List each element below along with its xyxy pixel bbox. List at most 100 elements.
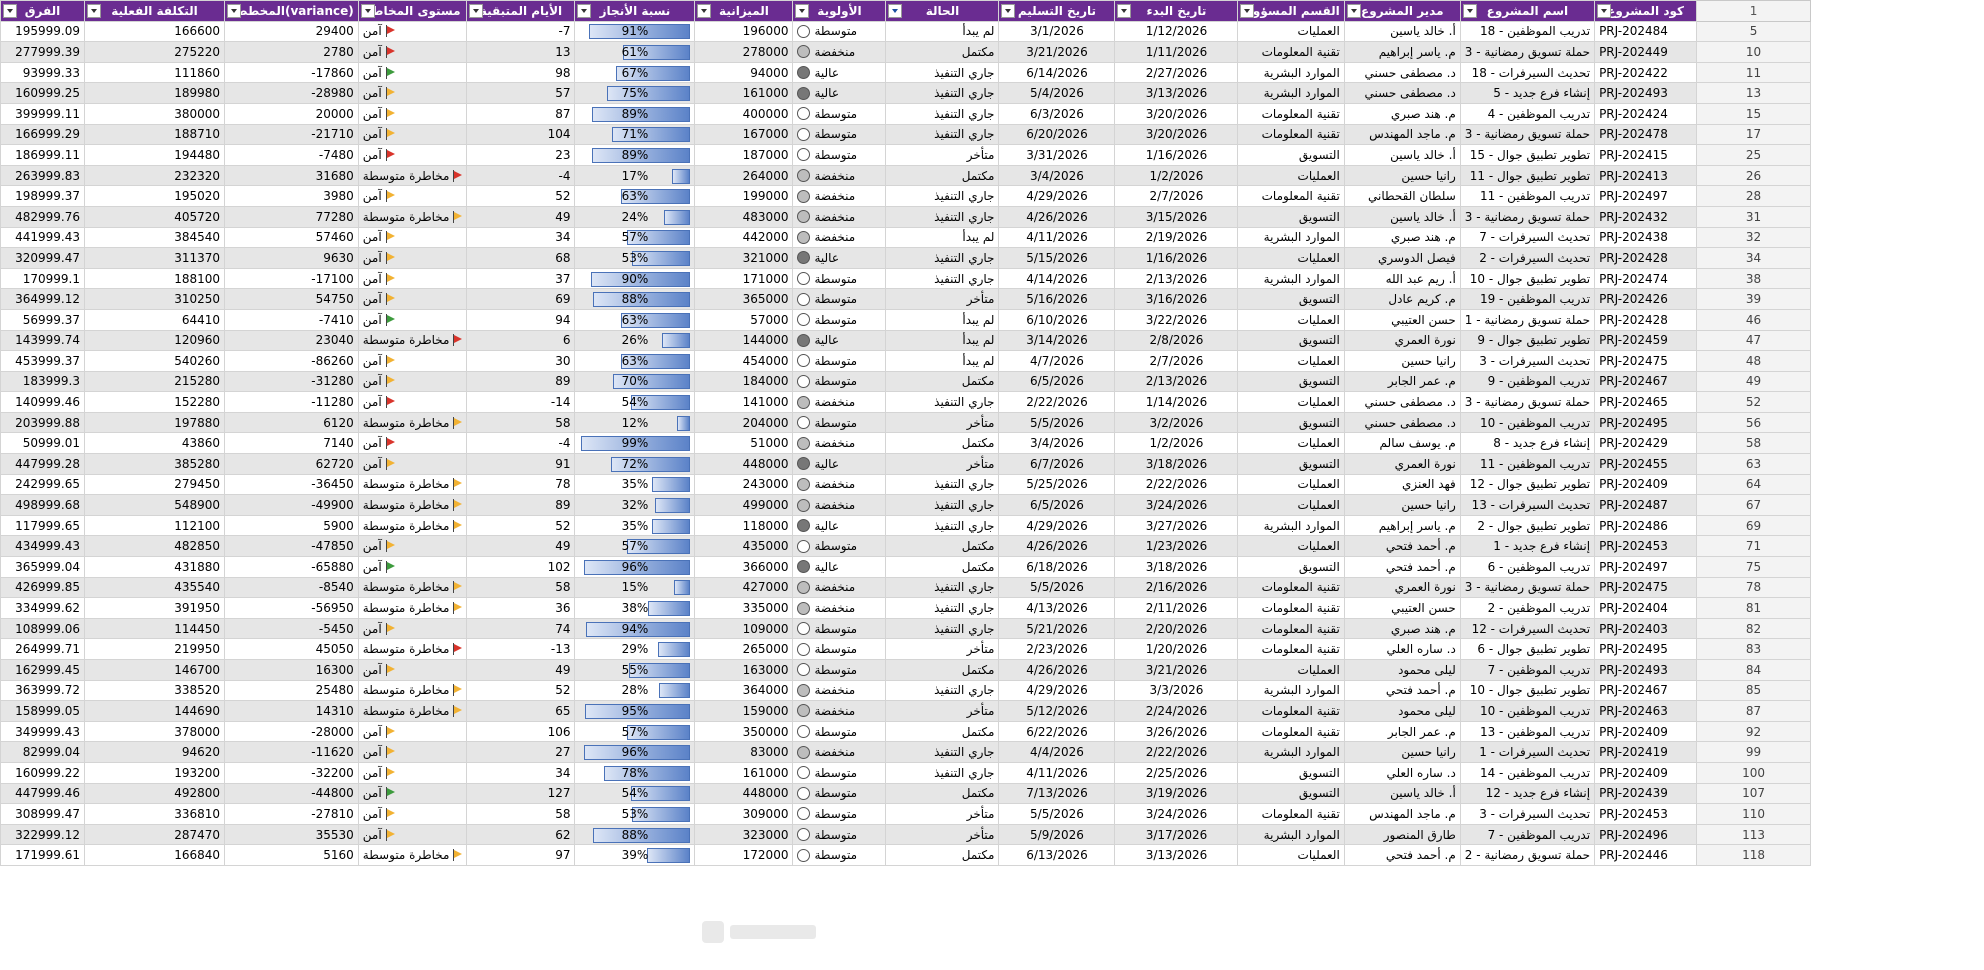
cell-diff[interactable]: 117999.65: [0, 514, 85, 537]
cell-manager[interactable]: رانيا حسين: [1343, 741, 1461, 763]
table-row[interactable]: 160999.25 189980 -28980 آمن 57 75% 161000 عالية…: [0, 82, 1840, 104]
row-number[interactable]: 78: [1696, 576, 1812, 599]
cell-project-name[interactable]: تحديث السيرفرات - 12: [1459, 617, 1596, 640]
table-row[interactable]: 498999.68 548900 -49900 مخاطرة متوسطة 89 32% 4…: [0, 494, 1840, 516]
row-number[interactable]: 38: [1696, 267, 1812, 290]
cell-days-left[interactable]: 97: [466, 844, 576, 866]
cell-days-left[interactable]: 49: [466, 659, 576, 681]
cell-status[interactable]: مكتمل: [885, 164, 1000, 187]
cell-department[interactable]: التسويق: [1237, 144, 1345, 166]
cell-status[interactable]: متأخر: [885, 411, 1000, 434]
cell-risk[interactable]: مخاطرة متوسطة: [357, 205, 468, 228]
cell-project-code[interactable]: PRJ-202459: [1594, 329, 1698, 352]
cell-delivery-date[interactable]: 5/5/2026: [998, 576, 1116, 599]
cell-days-left[interactable]: 49: [466, 205, 576, 228]
cell-manager[interactable]: د. مصطفى حسني: [1343, 391, 1461, 413]
cell-project-code[interactable]: PRJ-202467: [1594, 679, 1698, 702]
cell-start-date[interactable]: 2/20/2026: [1114, 617, 1239, 640]
cell-start-date[interactable]: 3/20/2026: [1114, 123, 1239, 146]
cell-diff[interactable]: 50999.01: [0, 432, 85, 455]
filter-dropdown-icon[interactable]: [87, 4, 101, 18]
cell-actual-cost[interactable]: 219950: [84, 638, 225, 660]
cell-planned[interactable]: 54750: [224, 288, 359, 310]
cell-project-code[interactable]: PRJ-202432: [1594, 205, 1698, 228]
header-completion[interactable]: نسبة الأنجاز: [574, 0, 696, 22]
cell-risk[interactable]: آمن: [357, 823, 468, 846]
cell-diff[interactable]: 203999.88: [0, 411, 85, 434]
cell-risk[interactable]: آمن: [357, 61, 468, 84]
cell-delivery-date[interactable]: 6/13/2026: [998, 844, 1116, 866]
cell-department[interactable]: تقنية المعلومات: [1237, 185, 1345, 207]
cell-risk[interactable]: آمن: [357, 535, 468, 558]
cell-diff[interactable]: 434999.43: [0, 535, 85, 558]
cell-manager[interactable]: طارق المنصور: [1343, 823, 1461, 846]
cell-delivery-date[interactable]: 4/13/2026: [998, 597, 1116, 619]
cell-days-left[interactable]: -4: [466, 432, 576, 455]
cell-delivery-date[interactable]: 4/26/2026: [998, 535, 1116, 558]
cell-actual-cost[interactable]: 195020: [84, 185, 225, 207]
cell-status[interactable]: جاري التنفيذ: [885, 514, 1000, 537]
cell-budget[interactable]: 118000: [694, 514, 794, 537]
cell-diff[interactable]: 263999.83: [0, 164, 85, 187]
cell-diff[interactable]: 364999.12: [0, 288, 85, 310]
cell-status[interactable]: متأخر: [885, 288, 1000, 310]
cell-planned[interactable]: -31280: [224, 370, 359, 393]
table-row[interactable]: 186999.11 194480 -7480 آمن 23 89% 187000 متوسطة…: [0, 144, 1840, 166]
cell-priority[interactable]: متوسطة: [792, 370, 887, 393]
cell-manager[interactable]: د. ساره العلي: [1343, 761, 1461, 784]
cell-budget[interactable]: 350000: [694, 720, 794, 743]
cell-project-name[interactable]: تدريب الموظفين - 11: [1459, 185, 1596, 207]
cell-budget[interactable]: 163000: [694, 659, 794, 681]
cell-completion[interactable]: 67%: [574, 61, 696, 84]
cell-project-name[interactable]: تدريب الموظفين - 19: [1459, 288, 1596, 310]
cell-department[interactable]: العمليات: [1237, 391, 1345, 413]
cell-start-date[interactable]: 2/7/2026: [1114, 350, 1239, 372]
cell-priority[interactable]: منخفضة: [792, 391, 887, 413]
cell-manager[interactable]: م. عمر الجابر: [1343, 370, 1461, 393]
cell-risk[interactable]: مخاطرة متوسطة: [357, 164, 468, 187]
table-row[interactable]: 195999.09 166600 29400 آمن -7 91% 196000 متوسطة…: [0, 20, 1840, 43]
cell-planned[interactable]: -47850: [224, 535, 359, 558]
cell-status[interactable]: جاري التنفيذ: [885, 473, 1000, 496]
cell-actual-cost[interactable]: 391950: [84, 597, 225, 619]
cell-actual-cost[interactable]: 114450: [84, 617, 225, 640]
cell-project-code[interactable]: PRJ-202475: [1594, 576, 1698, 599]
table-row[interactable]: 93999.33 111860 -17860 آمن 98 67% 94000 عالية جا…: [0, 61, 1840, 84]
cell-completion[interactable]: 39%: [574, 844, 696, 866]
cell-manager[interactable]: م. عمر الجابر: [1343, 720, 1461, 743]
cell-start-date[interactable]: 1/14/2026: [1114, 391, 1239, 413]
cell-diff[interactable]: 322999.12: [0, 823, 85, 846]
cell-planned[interactable]: -65880: [224, 556, 359, 578]
cell-priority[interactable]: متوسطة: [792, 535, 887, 558]
cell-planned[interactable]: -21710: [224, 123, 359, 146]
cell-priority[interactable]: منخفضة: [792, 679, 887, 702]
cell-project-name[interactable]: تطوير تطبيق جوال - 15: [1459, 144, 1596, 166]
cell-start-date[interactable]: 3/13/2026: [1114, 82, 1239, 104]
cell-risk[interactable]: آمن: [357, 370, 468, 393]
cell-department[interactable]: تقنية المعلومات: [1237, 617, 1345, 640]
cell-actual-cost[interactable]: 435540: [84, 576, 225, 599]
cell-manager[interactable]: م. أحمد فتحي: [1343, 535, 1461, 558]
cell-project-name[interactable]: تدريب الموظفين - 7: [1459, 823, 1596, 846]
cell-manager[interactable]: م. أحمد فتحي: [1343, 679, 1461, 702]
cell-manager[interactable]: نورة العمري: [1343, 329, 1461, 352]
cell-start-date[interactable]: 2/27/2026: [1114, 61, 1239, 84]
cell-manager[interactable]: ليلى محمود: [1343, 700, 1461, 722]
cell-priority[interactable]: منخفضة: [792, 205, 887, 228]
cell-project-name[interactable]: تحديث السيرفرات - 13: [1459, 494, 1596, 516]
cell-risk[interactable]: مخاطرة متوسطة: [357, 473, 468, 496]
cell-planned[interactable]: 6120: [224, 411, 359, 434]
cell-manager[interactable]: م. ماجد المهندس: [1343, 123, 1461, 146]
cell-manager[interactable]: م. أحمد فتحي: [1343, 556, 1461, 578]
cell-delivery-date[interactable]: 5/16/2026: [998, 288, 1116, 310]
cell-delivery-date[interactable]: 6/3/2026: [998, 102, 1116, 125]
cell-start-date[interactable]: 3/18/2026: [1114, 453, 1239, 475]
cell-completion[interactable]: 94%: [574, 617, 696, 640]
table-row[interactable]: 363999.72 338520 25480 مخاطرة متوسطة 52 28% 36…: [0, 679, 1840, 702]
cell-diff[interactable]: 93999.33: [0, 61, 85, 84]
cell-project-code[interactable]: PRJ-202453: [1594, 535, 1698, 558]
cell-start-date[interactable]: 2/13/2026: [1114, 267, 1239, 290]
cell-delivery-date[interactable]: 3/21/2026: [998, 41, 1116, 63]
table-row[interactable]: 434999.43 482850 -47850 آمن 49 57% 435000 متوسط…: [0, 535, 1840, 558]
cell-project-name[interactable]: حملة تسويق رمضانية - 3: [1459, 123, 1596, 146]
